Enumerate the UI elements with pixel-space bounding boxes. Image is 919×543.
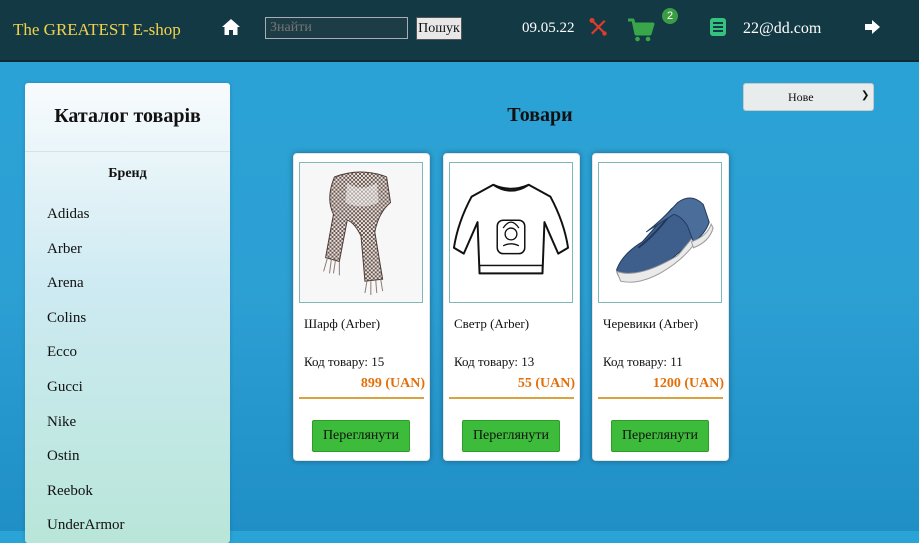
brand-item-underarmor[interactable]: UnderArmor (47, 508, 124, 543)
product-card: Светр (Arber) Код товару: 13 55 (UAN) Пе… (443, 153, 580, 461)
site-logo-text[interactable]: The GREATEST E-shop (13, 20, 181, 40)
brand-item-ecco[interactable]: Ecco (47, 335, 124, 370)
product-card: Черевики (Arber) Код товару: 11 1200 (UA… (592, 153, 729, 461)
product-code: Код товару: 11 (603, 354, 683, 369)
brand-item-ostin[interactable]: Ostin (47, 439, 124, 474)
user-email[interactable]: 22@dd.com (743, 20, 821, 38)
account-icon[interactable] (708, 17, 728, 37)
product-name: Шарф (Arber) (304, 316, 381, 331)
scarf-image (300, 163, 422, 302)
product-name: Черевики (Arber) (603, 316, 699, 331)
product-name: Светр (Arber) (454, 316, 530, 331)
logout-icon[interactable] (864, 18, 882, 36)
brand-list: Adidas Arber Arena Colins Ecco Gucci Nik… (47, 197, 124, 543)
catalog-sidebar: Каталог товарів Бренд Adidas Arber Arena… (25, 83, 230, 543)
product-code: Код товару: 13 (454, 354, 535, 369)
brand-item-arena[interactable]: Arena (47, 266, 124, 301)
sort-selected-value: Нове (788, 90, 814, 104)
brand-item-gucci[interactable]: Gucci (47, 370, 124, 405)
product-code: Код товару: 15 (304, 354, 385, 369)
sidebar-divider (25, 151, 230, 152)
product-image-scarf[interactable] (299, 162, 423, 303)
tools-icon[interactable] (588, 17, 608, 37)
sweater-image (450, 163, 572, 302)
product-price: 55 (UAN) (517, 376, 575, 391)
cart-count-badge: 2 (662, 8, 678, 24)
sidebar-title: Каталог товарів (54, 105, 201, 127)
product-image-shoes[interactable] (598, 162, 722, 303)
page-title: Товари (507, 104, 573, 126)
sort-select[interactable]: Нове ❯ (743, 83, 874, 111)
brand-item-arber[interactable]: Arber (47, 232, 124, 267)
price-divider (299, 397, 424, 399)
current-date: 09.05.22 (522, 20, 575, 36)
search-input[interactable] (265, 17, 408, 39)
product-price: 899 (UAN) (360, 376, 425, 391)
brand-item-adidas[interactable]: Adidas (47, 197, 124, 232)
view-product-button[interactable]: Переглянути (462, 420, 560, 452)
view-product-button[interactable]: Переглянути (312, 420, 410, 452)
view-product-button[interactable]: Переглянути (611, 420, 709, 452)
brand-item-colins[interactable]: Colins (47, 301, 124, 336)
shopping-cart-icon[interactable] (626, 14, 656, 44)
brand-item-reebok[interactable]: Reebok (47, 474, 124, 509)
chevron-down-icon: ❯ (861, 90, 870, 101)
brand-item-nike[interactable]: Nike (47, 405, 124, 440)
price-divider (598, 397, 723, 399)
brand-filter-heading: Бренд (108, 166, 147, 181)
search-button[interactable]: Пошук (416, 17, 462, 40)
home-icon[interactable] (221, 17, 241, 37)
product-card: Шарф (Arber) Код товару: 15 899 (UAN) Пе… (293, 153, 430, 461)
product-price: 1200 (UAN) (652, 376, 724, 391)
product-image-sweater[interactable] (449, 162, 573, 303)
price-divider (449, 397, 574, 399)
shoes-image (599, 163, 721, 302)
top-navbar: The GREATEST E-shop Пошук 09.05.22 2 22@… (0, 0, 919, 62)
